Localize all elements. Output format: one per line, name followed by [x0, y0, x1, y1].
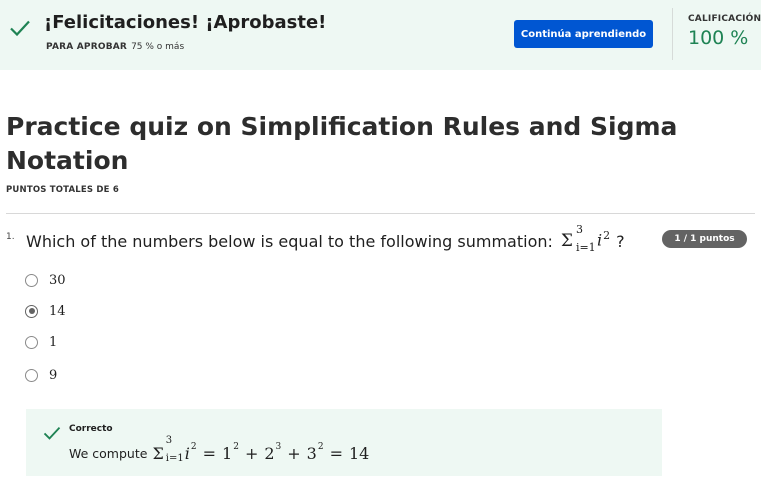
- banner-title: ¡Felicitaciones! ¡Aprobaste!: [44, 12, 327, 33]
- term-exp-2: 3: [275, 442, 282, 452]
- sum-result: 14: [349, 443, 370, 463]
- radio-button-selected[interactable]: [25, 304, 38, 318]
- option-label: 1: [49, 334, 58, 350]
- sum-lower-limit: i=1: [165, 453, 184, 464]
- option-9[interactable]: 9: [25, 366, 57, 384]
- sum-upper-limit: 3: [575, 223, 583, 236]
- pass-label: PARA APROBAR: [46, 42, 128, 52]
- banner-divider: [672, 8, 673, 60]
- sigma-symbol: Σ: [560, 230, 573, 251]
- total-points: PUNTOS TOTALES DE 6: [6, 185, 119, 195]
- grade-value: 100 %: [688, 27, 749, 49]
- question-number: 1.: [6, 232, 15, 242]
- sum-term-exponent: 2: [190, 442, 197, 452]
- term-exp-3: 2: [317, 442, 324, 452]
- page-title: Practice quiz on Simplification Rules an…: [6, 112, 678, 175]
- sum-upper-limit: 3: [165, 435, 173, 446]
- check-icon: [10, 20, 30, 37]
- question-text: Which of the numbers below is equal to t…: [26, 223, 625, 254]
- option-label: 9: [49, 367, 58, 383]
- feedback-prefix: We compute: [69, 445, 148, 461]
- option-14[interactable]: 14: [25, 302, 66, 320]
- term-base-1: 1: [222, 443, 233, 463]
- pass-requirement: PARA APROBAR 75 % o más: [46, 42, 184, 52]
- check-icon: [43, 426, 61, 440]
- term-base-3: 3: [306, 443, 317, 463]
- question-suffix: ?: [616, 231, 625, 251]
- feedback-formula: Σ 3 i=1 i 2 = 12 + 23 + 32 = 14: [152, 435, 370, 464]
- option-30[interactable]: 30: [25, 271, 66, 289]
- divider: [6, 213, 755, 214]
- summation-formula: Σ 3 i=1 i2: [553, 223, 611, 254]
- sum-term-base: i: [184, 443, 190, 463]
- term-base-2: 2: [264, 443, 275, 463]
- points-badge: 1 / 1 puntos: [662, 230, 747, 248]
- grade-label: CALIFICACIÓN: [688, 14, 761, 24]
- radio-button[interactable]: [25, 335, 38, 349]
- continue-learning-button[interactable]: Continúa aprendiendo: [514, 20, 653, 48]
- option-label: 30: [49, 272, 66, 288]
- sum-term-exponent: 2: [603, 228, 611, 242]
- term-exp-1: 2: [233, 442, 239, 452]
- radio-button[interactable]: [25, 273, 38, 287]
- pass-value: 75 % o más: [131, 42, 185, 52]
- sum-lower-limit: i=1: [575, 241, 596, 254]
- sigma-symbol: Σ: [152, 443, 164, 463]
- option-1[interactable]: 1: [25, 333, 57, 351]
- question-prompt: Which of the numbers below is equal to t…: [26, 231, 553, 251]
- option-label: 14: [49, 303, 66, 319]
- sum-term-base: i: [596, 230, 603, 250]
- radio-button[interactable]: [25, 368, 38, 382]
- feedback-panel: Correcto We compute Σ 3 i=1 i 2 = 12 + 23 + …: [26, 409, 662, 476]
- feedback-explanation: We compute Σ 3 i=1 i 2 = 12 + 23 + 32 = 14: [69, 435, 370, 464]
- feedback-status: Correcto: [69, 424, 113, 434]
- pass-banner: ¡Felicitaciones! ¡Aprobaste! PARA APROBA…: [0, 0, 761, 70]
